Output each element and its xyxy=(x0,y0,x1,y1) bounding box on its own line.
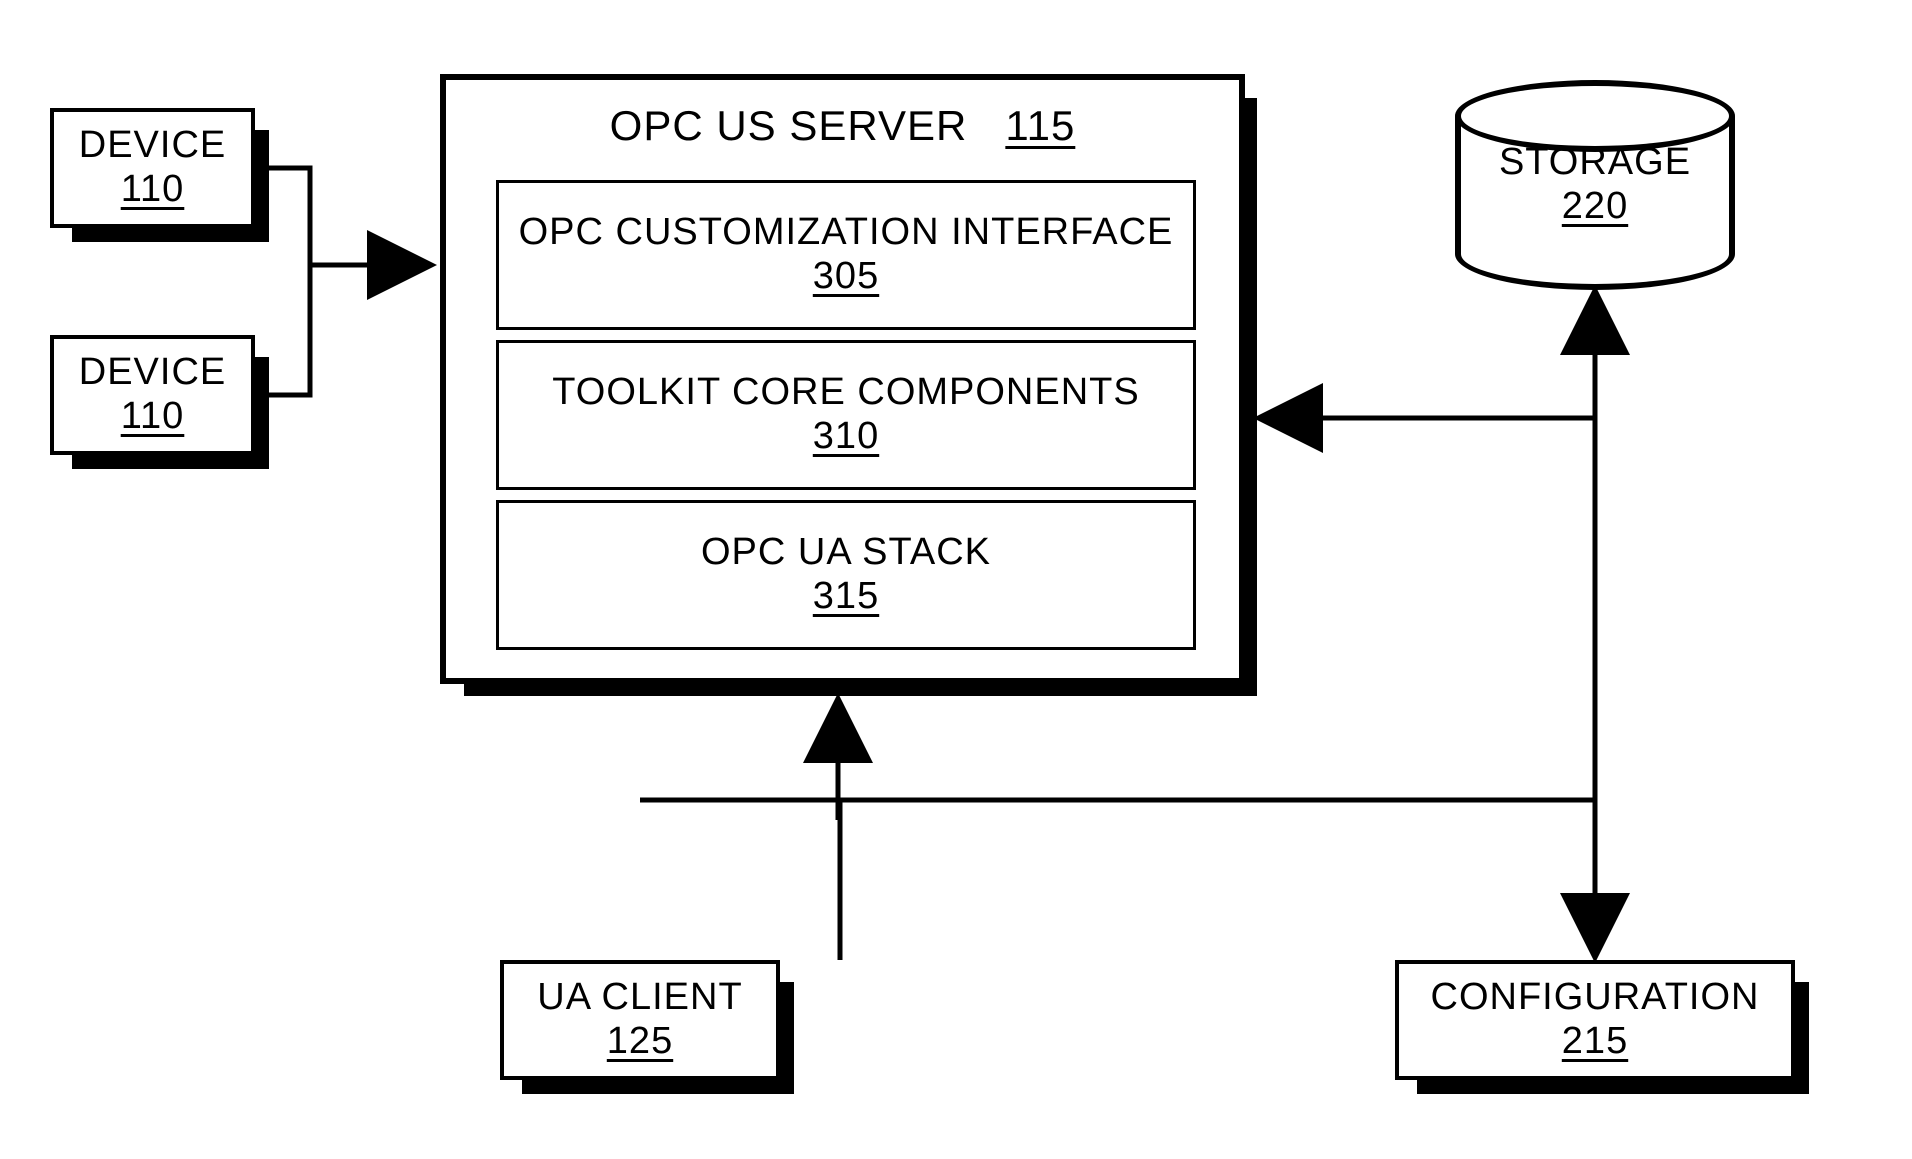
inner-3-num: 315 xyxy=(813,575,879,619)
inner-box-2: TOOLKIT CORE COMPONENTS 310 xyxy=(496,340,1196,490)
inner-1-label: OPC CUSTOMIZATION INTERFACE xyxy=(519,211,1174,255)
server-box: OPC US SERVER 115 OPC CUSTOMIZATION INTE… xyxy=(440,74,1245,684)
device-1-num: 110 xyxy=(121,168,185,212)
configuration-box: CONFIGURATION 215 xyxy=(1395,960,1795,1080)
server-title-name: OPC US SERVER xyxy=(610,102,968,149)
ua-client-num: 125 xyxy=(607,1020,673,1064)
inner-2-num: 310 xyxy=(813,415,879,459)
device-box-1: DEVICE 110 xyxy=(50,108,255,228)
storage-num: 220 xyxy=(1562,185,1628,229)
inner-2-label: TOOLKIT CORE COMPONENTS xyxy=(552,371,1139,415)
inner-box-3: OPC UA STACK 315 xyxy=(496,500,1196,650)
server-title: OPC US SERVER 115 xyxy=(446,102,1239,150)
device-2-num: 110 xyxy=(121,395,185,439)
ua-client-box: UA CLIENT 125 xyxy=(500,960,780,1080)
configuration-label: CONFIGURATION xyxy=(1431,976,1760,1020)
storage-cylinder: STORAGE 220 xyxy=(1455,80,1735,290)
device-1-label: DEVICE xyxy=(79,124,226,168)
configuration-num: 215 xyxy=(1562,1020,1628,1064)
device-box-2: DEVICE 110 xyxy=(50,335,255,455)
ua-client-label: UA CLIENT xyxy=(537,976,742,1020)
server-title-num: 115 xyxy=(1005,102,1075,149)
inner-1-num: 305 xyxy=(813,255,879,299)
device-2-label: DEVICE xyxy=(79,351,226,395)
inner-3-label: OPC UA STACK xyxy=(701,531,991,575)
inner-box-1: OPC CUSTOMIZATION INTERFACE 305 xyxy=(496,180,1196,330)
